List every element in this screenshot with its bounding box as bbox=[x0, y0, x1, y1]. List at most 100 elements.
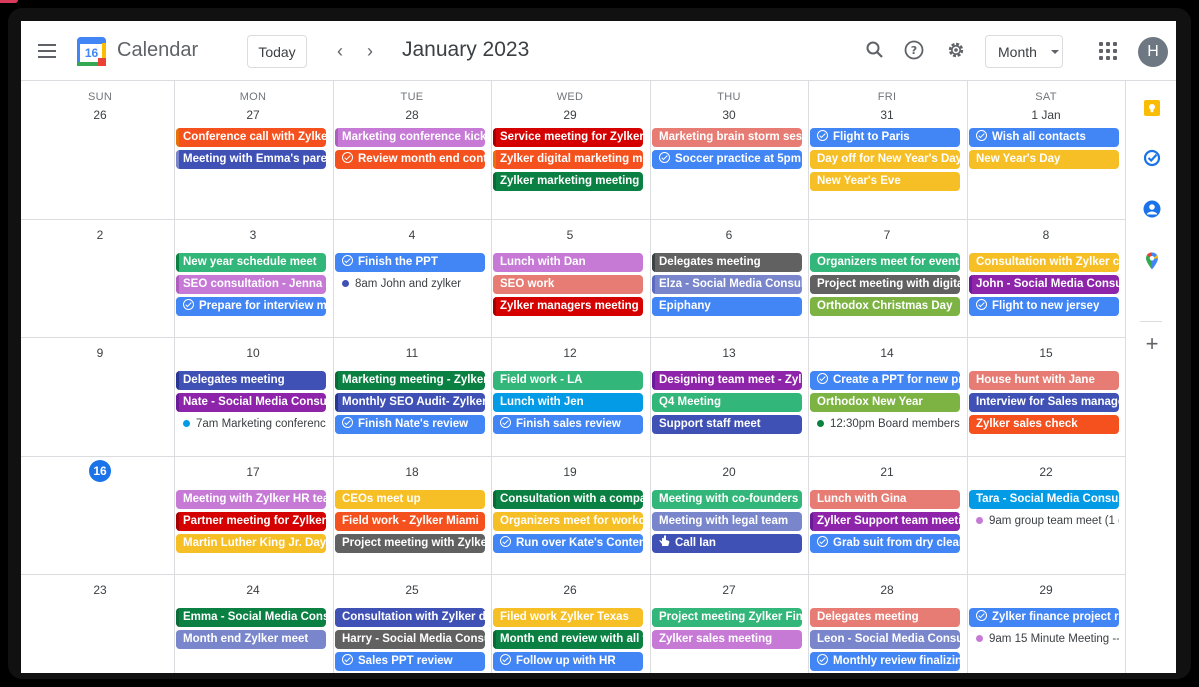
keep-icon[interactable] bbox=[1142, 98, 1162, 118]
search-icon[interactable] bbox=[863, 38, 887, 62]
day-number[interactable]: 18 bbox=[333, 465, 491, 479]
account-avatar[interactable]: H bbox=[1138, 37, 1168, 67]
event-chip[interactable]: Meeting with legal team bbox=[652, 512, 802, 531]
event-chip[interactable]: Zylker digital marketing mee bbox=[493, 150, 643, 169]
event-chip[interactable]: Service meeting for Zylker f bbox=[493, 128, 643, 147]
day-number[interactable]: 31 bbox=[808, 108, 966, 122]
task-chip[interactable]: Run over Kate's Content bbox=[493, 534, 643, 553]
task-chip[interactable]: Zylker finance project re bbox=[969, 608, 1119, 627]
view-selector[interactable]: Month bbox=[985, 35, 1063, 68]
event-chip[interactable]: Interview for Sales manager bbox=[969, 393, 1119, 412]
event-chip[interactable]: Project meeting with digital bbox=[810, 275, 960, 294]
event-chip[interactable]: Organizers meet for workco bbox=[493, 512, 643, 531]
task-chip[interactable]: Soccer practice at 5pm bbox=[652, 150, 802, 169]
event-chip[interactable]: Delegates meeting bbox=[176, 371, 326, 390]
day-number[interactable]: 26 bbox=[21, 108, 179, 122]
event-chip[interactable]: Zylker marketing meeting bbox=[493, 172, 643, 191]
event-chip[interactable]: Meeting with co-founders bbox=[652, 490, 802, 509]
main-menu-icon[interactable] bbox=[33, 37, 61, 65]
day-number[interactable]: 6 bbox=[650, 228, 808, 242]
event-chip[interactable]: Orthodox Christmas Day bbox=[810, 297, 960, 316]
event-chip[interactable]: Delegates meeting bbox=[810, 608, 960, 627]
event-chip[interactable]: Lunch with Dan bbox=[493, 253, 643, 272]
event-chip[interactable]: Harry - Social Media Consul bbox=[335, 630, 485, 649]
day-number[interactable]: 1 Jan bbox=[967, 108, 1125, 122]
event-chip[interactable]: New year schedule meet bbox=[176, 253, 326, 272]
day-number[interactable]: 14 bbox=[808, 346, 966, 360]
day-number[interactable]: 10 bbox=[174, 346, 332, 360]
event-chip[interactable]: Marketing brain storm sessi bbox=[652, 128, 802, 147]
day-number[interactable]: 23 bbox=[21, 583, 179, 597]
event-chip[interactable]: Field work - LA bbox=[493, 371, 643, 390]
event-chip[interactable]: Project meeting Zylker Fina bbox=[652, 608, 802, 627]
event-chip[interactable]: Marketing meeting - Zylker bbox=[335, 371, 485, 390]
today-button[interactable]: Today bbox=[247, 35, 307, 68]
day-cell[interactable] bbox=[21, 81, 179, 219]
event-chip[interactable]: House hunt with Jane bbox=[969, 371, 1119, 390]
day-number[interactable]: 28 bbox=[808, 583, 966, 597]
timed-event[interactable]: 12:30pm Board members m bbox=[810, 415, 960, 434]
event-chip[interactable]: Consultation with a compar bbox=[493, 490, 643, 509]
day-number[interactable]: 16 bbox=[21, 460, 179, 482]
event-chip[interactable]: Zylker managers meeting bbox=[493, 297, 643, 316]
maps-icon[interactable] bbox=[1142, 251, 1162, 271]
task-chip[interactable]: Sales PPT review bbox=[335, 652, 485, 671]
day-number[interactable]: 19 bbox=[491, 465, 649, 479]
help-icon[interactable]: ? bbox=[902, 38, 926, 62]
event-chip[interactable]: Meeting with Emma's paren bbox=[176, 150, 326, 169]
event-chip[interactable]: John - Social Media Consulta bbox=[969, 275, 1119, 294]
day-number[interactable]: 24 bbox=[174, 583, 332, 597]
event-chip[interactable]: New Year's Eve bbox=[810, 172, 960, 191]
day-number[interactable]: 11 bbox=[333, 346, 491, 360]
day-number[interactable]: 15 bbox=[967, 346, 1125, 360]
timed-event[interactable]: 8am John and zylker bbox=[335, 275, 485, 294]
day-number[interactable]: 12 bbox=[491, 346, 649, 360]
task-chip[interactable]: Finish Nate's review bbox=[335, 415, 485, 434]
task-chip[interactable]: Wish all contacts bbox=[969, 128, 1119, 147]
task-chip[interactable]: Create a PPT for new pro bbox=[810, 371, 960, 390]
next-month-button[interactable]: › bbox=[358, 39, 382, 63]
event-chip[interactable]: SEO work bbox=[493, 275, 643, 294]
event-chip[interactable]: Organizers meet for event bbox=[810, 253, 960, 272]
timed-event[interactable]: 9am group team meet (1 c bbox=[969, 512, 1119, 531]
event-chip[interactable]: Meeting with Zylker HR tean bbox=[176, 490, 326, 509]
event-chip[interactable]: Lunch with Gina bbox=[810, 490, 960, 509]
event-chip[interactable]: Support staff meet bbox=[652, 415, 802, 434]
task-chip[interactable]: Flight to new jersey bbox=[969, 297, 1119, 316]
event-chip[interactable]: Leon - Social Media Consult bbox=[810, 630, 960, 649]
day-number[interactable]: 22 bbox=[967, 465, 1125, 479]
day-number[interactable]: 17 bbox=[174, 465, 332, 479]
add-addon-button[interactable]: + bbox=[1142, 331, 1162, 357]
event-chip[interactable]: Zylker sales meeting bbox=[652, 630, 802, 649]
event-chip[interactable]: New Year's Day bbox=[969, 150, 1119, 169]
event-chip[interactable]: Martin Luther King Jr. Day bbox=[176, 534, 326, 553]
day-number[interactable]: 25 bbox=[333, 583, 491, 597]
task-chip[interactable]: Finish sales review bbox=[493, 415, 643, 434]
timed-event[interactable]: 7am Marketing conference bbox=[176, 415, 326, 434]
event-chip[interactable]: Day off for New Year's Day bbox=[810, 150, 960, 169]
day-number[interactable]: 26 bbox=[491, 583, 649, 597]
event-chip[interactable]: Field work - Zylker Miami bbox=[335, 512, 485, 531]
event-chip[interactable]: Consultation with Zylker cor bbox=[969, 253, 1119, 272]
day-number[interactable]: 27 bbox=[174, 108, 332, 122]
day-number[interactable]: 28 bbox=[333, 108, 491, 122]
task-chip[interactable]: Monthly review finalizing bbox=[810, 652, 960, 671]
previous-month-button[interactable]: ‹ bbox=[328, 39, 352, 63]
event-chip[interactable]: Zylker sales check bbox=[969, 415, 1119, 434]
day-number[interactable]: 4 bbox=[333, 228, 491, 242]
event-chip[interactable]: Consultation with Zylker de bbox=[335, 608, 485, 627]
event-chip[interactable]: Zylker Support team meetin bbox=[810, 512, 960, 531]
day-number[interactable]: 7 bbox=[808, 228, 966, 242]
settings-icon[interactable] bbox=[944, 38, 968, 62]
day-number[interactable]: 20 bbox=[650, 465, 808, 479]
event-chip[interactable]: CEOs meet up bbox=[335, 490, 485, 509]
task-chip[interactable]: Flight to Paris bbox=[810, 128, 960, 147]
event-chip[interactable]: Filed work Zylker Texas bbox=[493, 608, 643, 627]
day-number[interactable]: 2 bbox=[21, 228, 179, 242]
task-chip[interactable]: Prepare for interview me bbox=[176, 297, 326, 316]
event-chip[interactable]: Month end review with all te bbox=[493, 630, 643, 649]
event-chip[interactable]: Lunch with Jen bbox=[493, 393, 643, 412]
day-number[interactable]: 29 bbox=[491, 108, 649, 122]
event-chip[interactable]: Orthodox New Year bbox=[810, 393, 960, 412]
day-number[interactable]: 9 bbox=[21, 346, 179, 360]
